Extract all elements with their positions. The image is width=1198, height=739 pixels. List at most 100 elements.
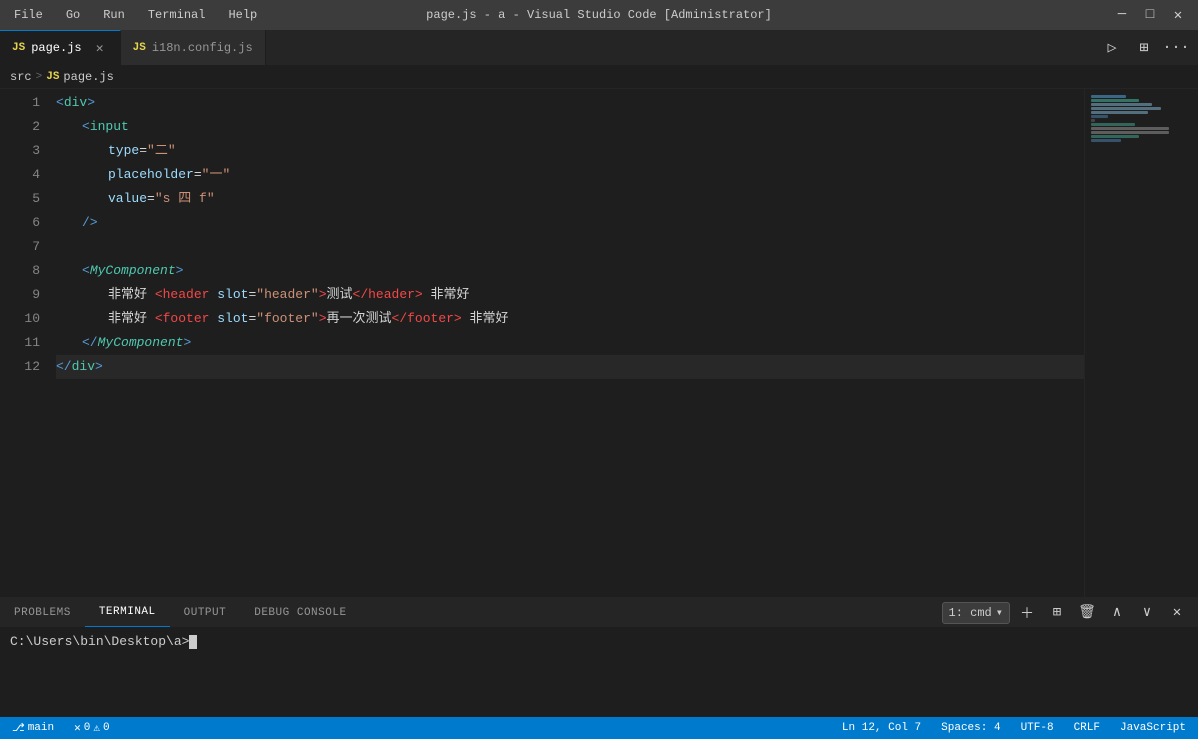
minimize-button[interactable]: ─ bbox=[1112, 5, 1132, 25]
tag-open-input: < bbox=[82, 115, 90, 139]
menu-go[interactable]: Go bbox=[62, 6, 84, 24]
status-line-col[interactable]: Ln 12, Col 7 bbox=[838, 722, 925, 734]
dropdown-arrow-icon: ▾ bbox=[996, 605, 1003, 620]
split-terminal-button[interactable]: ⊞ bbox=[1044, 600, 1070, 626]
minimap-preview bbox=[1091, 95, 1178, 143]
slot-attr-2: slot bbox=[217, 307, 248, 331]
eol-text: CRLF bbox=[1074, 722, 1100, 734]
status-encoding[interactable]: UTF-8 bbox=[1017, 722, 1058, 734]
status-eol[interactable]: CRLF bbox=[1070, 722, 1104, 734]
line-num-9: 9 bbox=[0, 283, 40, 307]
attr-placeholder: placeholder bbox=[108, 163, 194, 187]
attr-type: type bbox=[108, 139, 139, 163]
text-10-2: 再一次测试 bbox=[327, 307, 392, 331]
slot-attr-1: slot bbox=[217, 283, 248, 307]
code-line-9: 非常好 <header slot="header">测试</header> 非常… bbox=[56, 283, 1084, 307]
breadcrumb-src[interactable]: src bbox=[10, 70, 32, 84]
code-line-10: 非常好 <footer slot="footer">再一次测试</footer>… bbox=[56, 307, 1084, 331]
line-num-3: 3 bbox=[0, 139, 40, 163]
code-line-5: value="s 四 f" bbox=[56, 187, 1084, 211]
minimap bbox=[1084, 89, 1184, 597]
window-title: page.js - a - Visual Studio Code [Admini… bbox=[426, 8, 772, 22]
kill-terminal-button[interactable]: 🗑 bbox=[1074, 600, 1100, 626]
warning-icon: ⚠ bbox=[93, 721, 100, 735]
terminal-cursor bbox=[189, 635, 197, 649]
breadcrumb: src > JS page.js bbox=[0, 65, 1198, 89]
code-line-8: <MyComponent> bbox=[56, 259, 1084, 283]
new-terminal-button[interactable]: ＋ bbox=[1014, 600, 1040, 626]
eq-slot-1: = bbox=[248, 283, 256, 307]
breadcrumb-filename[interactable]: page.js bbox=[63, 70, 113, 84]
tab-page-js[interactable]: JS page.js ✕ bbox=[0, 30, 121, 65]
status-spaces[interactable]: Spaces: 4 bbox=[937, 722, 1004, 734]
tabs-bar: JS page.js ✕ JS i18n.config.js ▷ ⊞ ··· bbox=[0, 30, 1198, 65]
menu-run[interactable]: Run bbox=[99, 6, 129, 24]
tab-close-page-js[interactable]: ✕ bbox=[92, 40, 108, 56]
str-placeholder-val: "一" bbox=[202, 163, 231, 187]
maximize-button[interactable]: □ bbox=[1140, 5, 1160, 25]
menu-bar: File Go Run Terminal Help bbox=[10, 6, 261, 24]
line-num-12: 12 bbox=[0, 355, 40, 379]
eq-2: = bbox=[194, 163, 202, 187]
menu-terminal[interactable]: Terminal bbox=[144, 6, 210, 24]
menu-file[interactable]: File bbox=[10, 6, 47, 24]
menu-help[interactable]: Help bbox=[224, 6, 261, 24]
header-tag-open: <header bbox=[155, 283, 217, 307]
text-9-3: 非常好 bbox=[423, 283, 470, 307]
line-numbers: 1 2 3 4 5 6 7 8 9 10 11 12 bbox=[0, 89, 48, 597]
status-left: ⎇ main ✕ 0 ⚠ 0 bbox=[8, 721, 114, 735]
mycomp-close-name: MyComponent bbox=[98, 331, 184, 355]
panel-scroll-down[interactable]: ∨ bbox=[1134, 600, 1160, 626]
tab-label-page-js: page.js bbox=[31, 41, 81, 55]
error-count: 0 bbox=[84, 722, 91, 734]
tag-name-input: input bbox=[90, 115, 129, 139]
tab-debug-console[interactable]: DEBUG CONSOLE bbox=[240, 598, 360, 627]
tag-close-1: > bbox=[87, 91, 95, 115]
attr-value: value bbox=[108, 187, 147, 211]
encoding-text: UTF-8 bbox=[1021, 722, 1054, 734]
breadcrumb-separator-1: > bbox=[36, 71, 43, 83]
split-editor-button[interactable]: ⊞ bbox=[1130, 34, 1158, 62]
footer-tag-open: <footer bbox=[155, 307, 217, 331]
bottom-panel: PROBLEMS TERMINAL OUTPUT DEBUG CONSOLE 1… bbox=[0, 597, 1198, 717]
mycomp-close-end: > bbox=[183, 331, 191, 355]
vertical-scrollbar[interactable] bbox=[1184, 89, 1198, 597]
footer-end-tag: </footer> bbox=[392, 307, 462, 331]
branch-name: main bbox=[28, 722, 54, 734]
tag-open-mycomp: < bbox=[82, 259, 90, 283]
slot-val-1: "header" bbox=[256, 283, 318, 307]
code-line-12: </div> bbox=[56, 355, 1084, 379]
close-button[interactable]: ✕ bbox=[1168, 5, 1188, 25]
more-actions-button[interactable]: ··· bbox=[1162, 34, 1190, 62]
error-icon: ✕ bbox=[74, 721, 81, 735]
window-controls: ─ □ ✕ bbox=[1112, 5, 1188, 25]
tag-open-div: < bbox=[56, 91, 64, 115]
code-line-3: type="二" bbox=[56, 139, 1084, 163]
eq-slot-2: = bbox=[248, 307, 256, 331]
div-close-name: div bbox=[72, 355, 95, 379]
js-icon: JS bbox=[12, 42, 25, 54]
line-num-7: 7 bbox=[0, 235, 40, 259]
tabs-actions: ▷ ⊞ ··· bbox=[1098, 30, 1198, 65]
git-icon: ⎇ bbox=[12, 721, 25, 735]
tab-problems[interactable]: PROBLEMS bbox=[0, 598, 85, 627]
status-language[interactable]: JavaScript bbox=[1116, 722, 1190, 734]
status-branch[interactable]: ⎇ main bbox=[8, 721, 58, 735]
slot-val-2: "footer" bbox=[256, 307, 318, 331]
terminal-instance-select[interactable]: 1: cmd ▾ bbox=[942, 602, 1010, 624]
tab-terminal[interactable]: TERMINAL bbox=[85, 598, 170, 627]
str-value-val: "s 四 f" bbox=[155, 187, 215, 211]
str-type-val: "二" bbox=[147, 139, 176, 163]
status-errors[interactable]: ✕ 0 ⚠ 0 bbox=[70, 721, 113, 735]
run-button[interactable]: ▷ bbox=[1098, 34, 1126, 62]
code-editor[interactable]: <div> <input type="二" placeholder="一" bbox=[48, 89, 1084, 597]
tab-label-i18n: i18n.config.js bbox=[152, 41, 253, 55]
tab-output[interactable]: OUTPUT bbox=[170, 598, 241, 627]
breadcrumb-file-icon: JS bbox=[46, 71, 59, 83]
panel-scroll-up[interactable]: ∧ bbox=[1104, 600, 1130, 626]
close-panel-button[interactable]: ✕ bbox=[1164, 600, 1190, 626]
terminal-content[interactable]: C:\Users\bin\Desktop\a> bbox=[0, 628, 1198, 717]
line-num-8: 8 bbox=[0, 259, 40, 283]
tab-i18n-config[interactable]: JS i18n.config.js bbox=[121, 30, 266, 65]
tag-name-div-1: div bbox=[64, 91, 87, 115]
